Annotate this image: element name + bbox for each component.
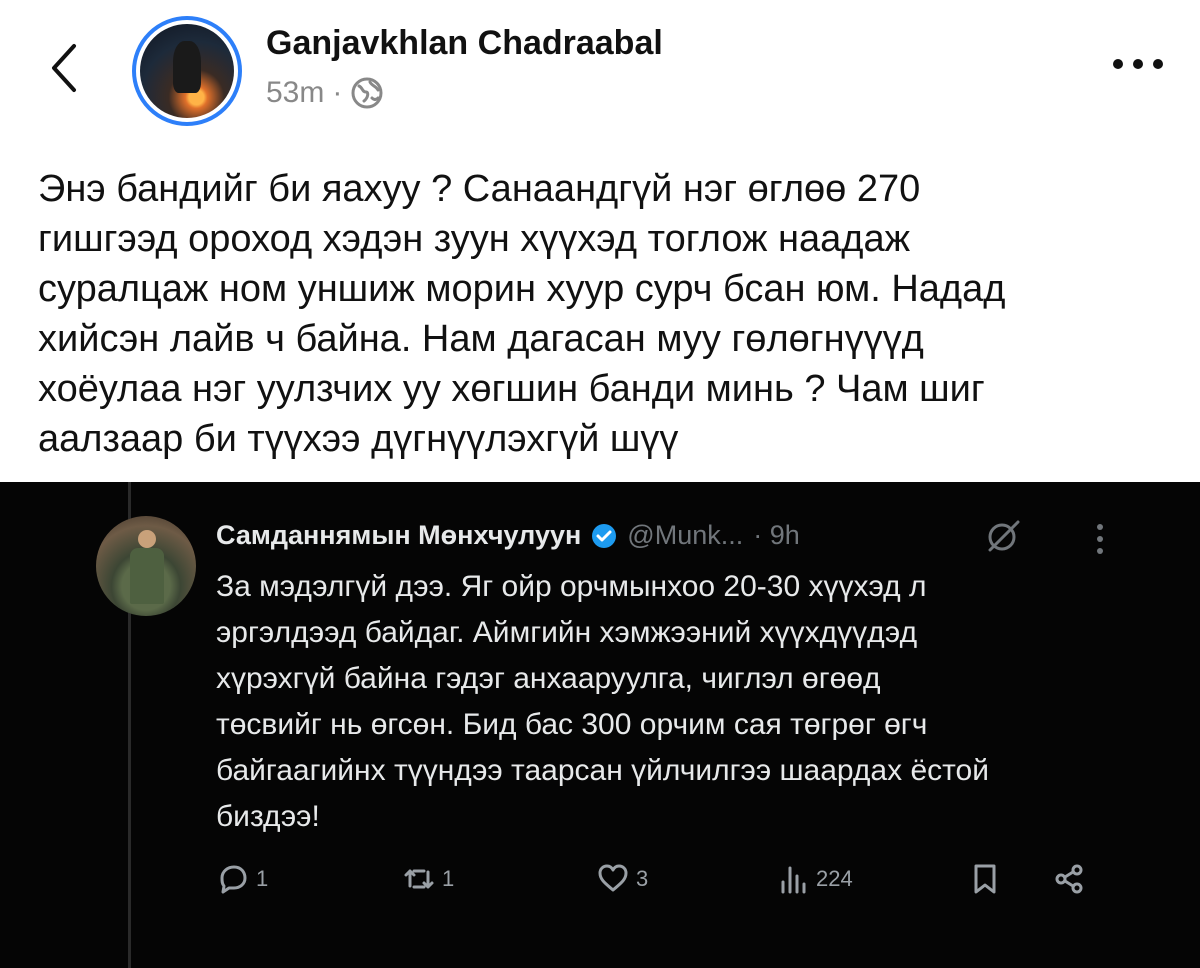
chevron-left-icon (52, 44, 76, 92)
reply-icon (220, 865, 247, 894)
author-avatar[interactable] (132, 16, 242, 126)
reply-action: 1 (216, 862, 268, 896)
heart-icon (598, 864, 628, 892)
views-chart-icon (781, 866, 806, 894)
verified-badge-icon (592, 523, 617, 548)
share-icon (1055, 864, 1083, 894)
like-count: 3 (636, 866, 649, 891)
globe-icon (351, 77, 383, 109)
views-action: 224 (776, 862, 853, 896)
author-name[interactable]: Ganjavkhlan Chadraabal (266, 24, 663, 63)
avatar-image (140, 24, 234, 118)
tweet-handle: @Munk... (627, 520, 744, 550)
post-time[interactable]: 53m (266, 76, 324, 110)
post-meta: 53m · (266, 76, 384, 110)
meta-separator: · (332, 76, 343, 109)
tweet-time: · 9h (753, 520, 800, 550)
tweet-more-icon (1097, 524, 1103, 554)
views-count: 224 (816, 866, 853, 891)
post-body-text: Энэ бандийг би яахуу ? Санаандгүй нэг өг… (38, 168, 1006, 460)
embedded-tweet-screenshot[interactable]: Самданнямын Мөнхчулуун @Munk... · 9h За … (0, 482, 1200, 968)
tweet-actions: 1 1 3 224 (216, 862, 1116, 902)
repost-count: 1 (442, 866, 455, 891)
bookmark-action (968, 862, 1002, 896)
bookmark-icon (974, 864, 996, 894)
repost-action: 1 (402, 862, 454, 896)
share-action (1052, 862, 1086, 896)
tweet-header: Самданнямын Мөнхчулуун @Munk... · 9h (216, 520, 800, 551)
tweet-author-name: Самданнямын Мөнхчулуун (216, 520, 582, 550)
like-action: 3 (596, 862, 648, 896)
tweet-text: За мэдэлгүй дээ. Яг ойр орчмынхоо 20-30 … (216, 570, 989, 833)
grok-icon (988, 520, 1020, 552)
more-options-button[interactable] (1108, 52, 1168, 76)
tweet-avatar (96, 516, 196, 616)
post-header: Ganjavkhlan Chadraabal 53m · (0, 0, 1200, 140)
reply-count: 1 (256, 866, 269, 891)
more-dots-icon (1113, 59, 1163, 69)
repost-icon (404, 869, 434, 889)
back-button[interactable] (40, 38, 90, 98)
